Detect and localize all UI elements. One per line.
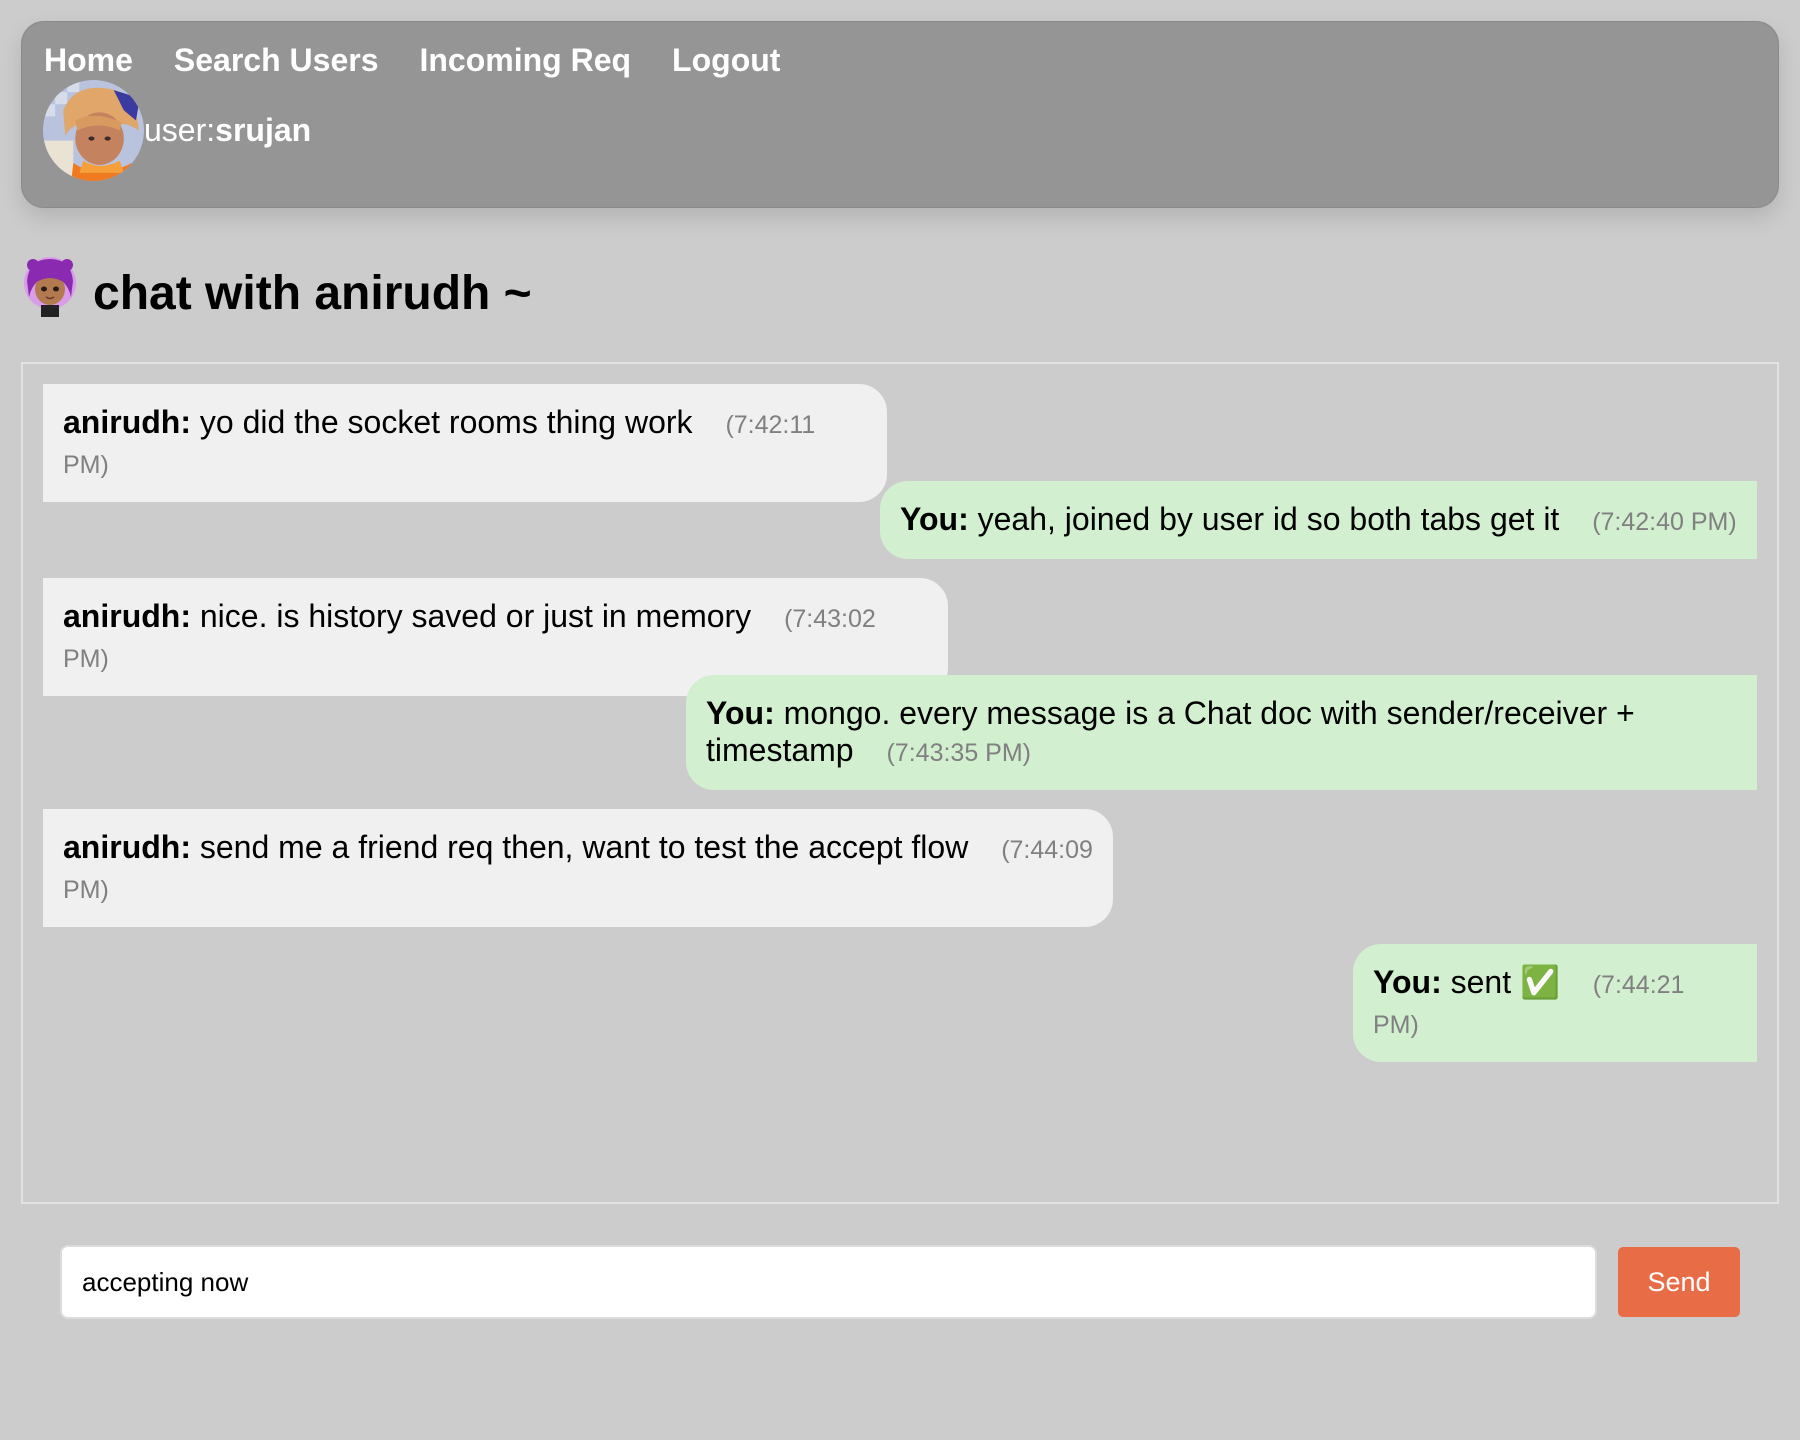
message-outgoing: You: yeah, joined by user id so both tab…: [880, 481, 1757, 559]
message-sender: You:: [900, 501, 969, 537]
send-button[interactable]: Send: [1618, 1247, 1740, 1317]
chat-header: chat with anirudh ~: [21, 248, 532, 321]
message-time: (7:43:35 PM): [886, 739, 1031, 767]
message-outgoing: You: sent ✅ (7:44:21 PM): [1353, 944, 1757, 1062]
user-avatar-icon: [43, 80, 144, 181]
current-user: user:srujan: [43, 80, 311, 181]
navbar: Home Search Users Incoming Req Logout us…: [21, 21, 1779, 208]
avatar: [43, 80, 144, 181]
message-outgoing: You: mongo. every message is a Chat doc …: [686, 675, 1757, 790]
username: srujan: [215, 112, 312, 148]
message-text: nice. is history saved or just in memory: [199, 598, 752, 634]
message-input[interactable]: [60, 1245, 1597, 1319]
message-sender: anirudh:: [63, 829, 191, 865]
message-sender: anirudh:: [63, 404, 191, 440]
message-text: sent ✅: [1450, 964, 1560, 1000]
nav-links: Home Search Users Incoming Req Logout: [44, 42, 821, 79]
message-sender: You:: [706, 695, 775, 731]
message-time: (7:42:40 PM): [1592, 508, 1737, 536]
message-text: yeah, joined by user id so both tabs get…: [977, 501, 1560, 537]
nav-link-incoming-req[interactable]: Incoming Req: [419, 42, 631, 79]
nav-link-logout[interactable]: Logout: [672, 42, 780, 79]
message-sender: You:: [1373, 964, 1442, 1000]
message-incoming: anirudh: send me a friend req then, want…: [43, 809, 1113, 927]
message-list[interactable]: anirudh: yo did the socket rooms thing w…: [21, 362, 1779, 1204]
message-incoming: anirudh: yo did the socket rooms thing w…: [43, 384, 887, 502]
message-sender: anirudh:: [63, 598, 191, 634]
nav-link-home[interactable]: Home: [44, 42, 133, 79]
contact-avatar-icon: [24, 256, 76, 317]
message-text: send me a friend req then, want to test …: [199, 829, 969, 865]
user-prefix: user:: [144, 112, 216, 148]
message-text: mongo. every message is a Chat doc with …: [706, 695, 1635, 768]
message-text: yo did the socket rooms thing work: [199, 404, 693, 440]
chat-title: chat with anirudh ~: [93, 267, 532, 320]
user-label: user:srujan: [144, 112, 311, 149]
contact-avatar: [21, 253, 79, 317]
nav-link-search-users[interactable]: Search Users: [174, 42, 379, 79]
